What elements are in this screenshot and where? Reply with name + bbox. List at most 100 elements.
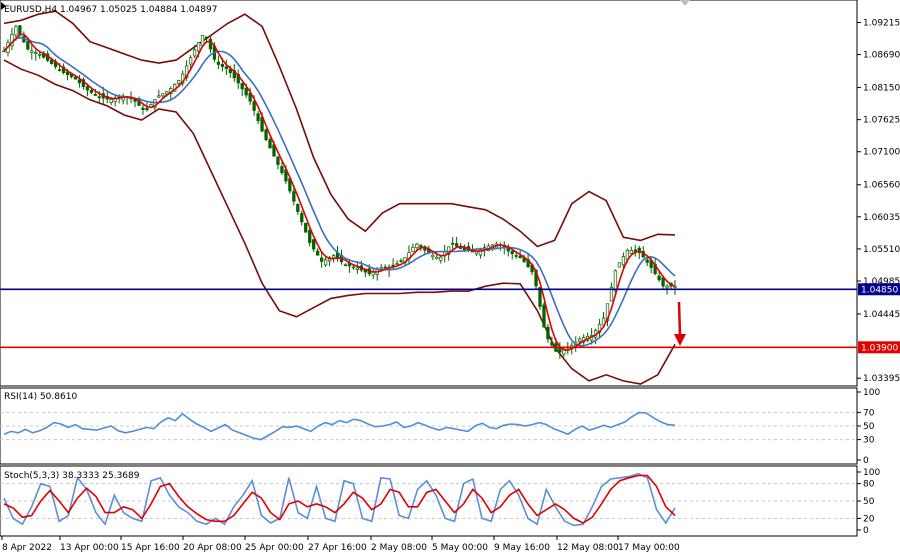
candle-body xyxy=(308,230,312,243)
candle-body xyxy=(85,86,90,91)
candle-body xyxy=(240,83,244,90)
candle-body xyxy=(562,349,566,355)
candle-body xyxy=(18,25,22,35)
candle-body xyxy=(161,93,165,97)
candle-body xyxy=(204,36,209,40)
candle-body xyxy=(14,26,18,36)
candle-body xyxy=(141,107,145,110)
candle-body xyxy=(157,95,161,98)
candle-body xyxy=(256,113,260,122)
candle-body xyxy=(38,53,42,56)
symbol-info: EURUSD,H4 1.04967 1.05025 1.04884 1.0489… xyxy=(4,5,217,15)
candle-body xyxy=(268,139,272,149)
candle-body xyxy=(474,251,479,255)
candle-body xyxy=(411,247,415,253)
candle-body xyxy=(613,270,618,292)
candle-body xyxy=(657,275,661,281)
candle-body xyxy=(546,326,550,340)
axis-tick-label: 0 xyxy=(863,456,869,466)
candle-body xyxy=(510,250,514,254)
candle-body xyxy=(415,243,419,249)
price-tick-label: 1.07625 xyxy=(863,116,900,126)
candle-body xyxy=(196,42,201,52)
axis-tick-label: 100 xyxy=(863,388,880,398)
target-price-label: 1.03900 xyxy=(861,343,898,353)
candle-body xyxy=(280,166,284,174)
candle-body xyxy=(165,91,169,95)
candle-body xyxy=(431,254,435,258)
axis-tick-label: 50 xyxy=(863,497,875,507)
candle-body xyxy=(451,242,455,245)
candle-body xyxy=(558,347,562,353)
candle-body xyxy=(319,257,324,262)
candle-body xyxy=(518,255,522,259)
candle-body xyxy=(542,304,546,328)
eurusd-h4-chart: 1.09215 1.08690 1.08150 1.07625 1.07100 1.065… xyxy=(0,0,900,556)
candle-body xyxy=(617,262,622,268)
candle-body xyxy=(93,94,97,96)
price-tick-label: 1.08150 xyxy=(863,84,900,94)
candle-body xyxy=(395,263,399,265)
candle-body xyxy=(296,203,300,212)
candle-body xyxy=(276,156,280,165)
price-tick-label: 1.06560 xyxy=(863,181,900,191)
candle-body xyxy=(343,264,348,267)
stoch-label: Stoch(5,3,3) 38.3333 25.3689 xyxy=(4,471,140,481)
candle-body xyxy=(304,222,308,233)
candle-body xyxy=(30,50,34,53)
candle-body xyxy=(550,342,554,346)
candle-body xyxy=(331,255,336,259)
axis-tick-label: 50 xyxy=(863,422,875,432)
price-tick-label: 1.09215 xyxy=(863,18,900,28)
price-tick-label: 1.08690 xyxy=(863,51,900,61)
candle-body xyxy=(645,259,649,263)
price-tick-label: 1.04445 xyxy=(863,310,900,320)
candle-body xyxy=(208,38,213,50)
time-tick-label: 9 May 16:00 xyxy=(494,543,550,553)
time-tick-label: 5 May 00:00 xyxy=(432,543,488,553)
candle-body xyxy=(355,267,360,270)
axis-tick-label: 80 xyxy=(863,480,875,490)
candle-body xyxy=(435,256,439,260)
candle-body xyxy=(514,255,518,257)
candle-body xyxy=(264,129,268,141)
axis-tick-label: 20 xyxy=(863,514,875,524)
candle-body xyxy=(399,260,403,263)
candle-body xyxy=(439,256,443,261)
candle-body xyxy=(244,88,248,96)
time-tick-label: 8 Apr 2022 xyxy=(2,543,52,553)
candle-body xyxy=(73,76,78,80)
candle-body xyxy=(316,250,320,256)
time-tick-label: 13 Apr 00:00 xyxy=(60,543,119,553)
candle-body xyxy=(458,247,463,249)
candle-body xyxy=(252,101,256,111)
axis-tick-label: 70 xyxy=(863,408,875,418)
axis-tick-label: 30 xyxy=(863,436,875,446)
time-tick-label: 15 Apr 16:00 xyxy=(121,543,180,553)
time-tick-label: 20 Apr 08:00 xyxy=(183,543,242,553)
price-tick-label: 1.07100 xyxy=(863,148,900,158)
candle-body xyxy=(292,191,296,202)
time-tick-label: 2 May 08:00 xyxy=(371,543,427,553)
price-tick-label: 1.03395 xyxy=(863,374,900,384)
candle-body xyxy=(145,108,149,111)
candle-body xyxy=(312,239,316,250)
candle-body xyxy=(351,266,356,269)
candle-body xyxy=(77,79,82,84)
support-price-label: 1.04850 xyxy=(861,285,898,295)
candle-body xyxy=(57,69,62,72)
axis-tick-label: 0 xyxy=(863,526,869,536)
time-tick-label: 12 May 08:00 xyxy=(557,543,619,553)
candle-body xyxy=(454,243,459,247)
candle-body xyxy=(323,259,328,266)
candle-body xyxy=(192,49,197,57)
candle-body xyxy=(26,41,30,50)
candle-body xyxy=(109,98,113,103)
price-tick-label: 1.05510 xyxy=(863,245,900,255)
candle-body xyxy=(300,213,304,223)
candle-body xyxy=(383,266,387,269)
price-tick-label: 1.06035 xyxy=(863,213,900,223)
candle-body xyxy=(578,338,582,342)
candle-body xyxy=(89,90,93,93)
time-tick-label: 25 Apr 00:00 xyxy=(245,543,304,553)
